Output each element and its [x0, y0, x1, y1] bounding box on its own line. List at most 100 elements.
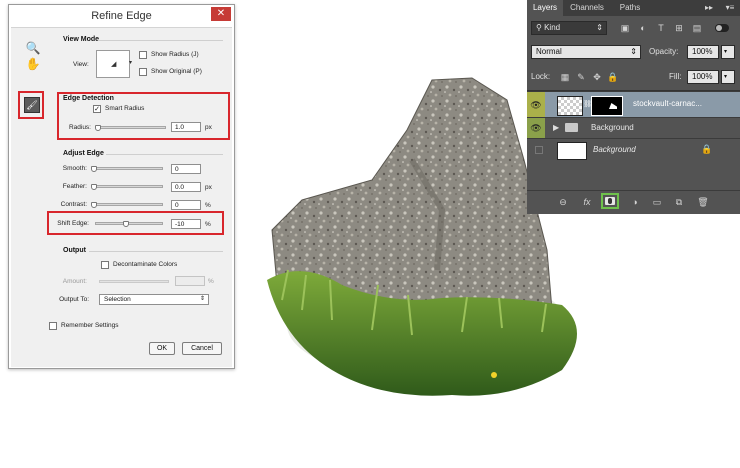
shift-edge-slider-thumb[interactable] — [122, 221, 129, 227]
layers-bottom-bar: ⊖ fx ◑ ▭ ⧉ 🗑 — [527, 190, 740, 214]
view-label: View: — [73, 61, 89, 68]
filter-smart-object-icon[interactable]: ▤ — [691, 22, 703, 34]
tab-layers[interactable]: Layers — [527, 0, 563, 16]
trash-icon[interactable]: 🗑 — [697, 196, 709, 208]
divider — [98, 40, 223, 41]
decontaminate-label: Decontaminate Colors — [113, 261, 178, 268]
shift-edge-label: Shift Edge: — [57, 220, 89, 227]
filter-toggle[interactable] — [715, 24, 729, 32]
tab-paths[interactable]: Paths — [613, 0, 647, 16]
feather-slider-thumb[interactable] — [91, 184, 97, 190]
layer-row-background-group[interactable]: 👁 ▶ Background — [527, 117, 740, 138]
divider — [106, 154, 223, 155]
layer-thumbnail[interactable] — [557, 96, 583, 116]
adjust-edge-title: Adjust Edge — [63, 150, 104, 157]
expand-arrow-icon[interactable]: ▶ — [553, 118, 559, 138]
output-to-select[interactable]: Selection ⇕ — [99, 294, 209, 305]
layers-list: 👁 ⛓ stockvault-carnac... 👁 ▶ Background … — [527, 90, 740, 191]
collapse-panel-icon[interactable]: ▸▸ — [699, 0, 719, 16]
lock-position-icon[interactable]: ✥ — [591, 71, 603, 83]
divider — [89, 251, 223, 252]
amount-field — [175, 276, 205, 286]
fill-dropdown-icon[interactable]: ▾ — [721, 70, 735, 84]
lock-transparent-icon[interactable]: ▦ — [559, 71, 571, 83]
cancel-button[interactable]: Cancel — [182, 342, 222, 355]
feather-label: Feather: — [62, 183, 87, 190]
radius-slider-track[interactable] — [96, 126, 166, 129]
smart-radius-checkbox[interactable]: ✓ — [93, 105, 101, 113]
layer-mask-thumbnail[interactable] — [591, 96, 623, 116]
layer-name[interactable]: Background — [591, 123, 634, 132]
fx-icon[interactable]: fx — [581, 196, 593, 208]
filter-shape-icon[interactable]: ⊞ — [673, 22, 685, 34]
close-button[interactable]: ✕ — [211, 7, 231, 21]
contrast-label: Contrast: — [60, 201, 87, 208]
smooth-slider-thumb[interactable] — [91, 166, 97, 172]
view-dropdown-icon[interactable]: ▾ — [129, 50, 135, 76]
amount-slider-track — [99, 280, 169, 283]
visibility-eye-icon[interactable]: 👁 — [527, 92, 545, 118]
filter-kind-select[interactable]: ⚲ Kind ⇕ — [531, 21, 607, 35]
smooth-slider-track[interactable] — [93, 167, 163, 170]
add-mask-highlight — [601, 193, 619, 209]
opacity-field[interactable]: 100% — [687, 45, 719, 59]
blend-mode-select[interactable]: Normal ⇕ — [531, 45, 641, 59]
fill-field[interactable]: 100% — [687, 70, 719, 84]
contrast-slider-track[interactable] — [93, 203, 163, 206]
layer-row-stockvault[interactable]: 👁 ⛓ stockvault-carnac... — [527, 91, 740, 118]
view-mode-preview-icon: ◢ — [111, 61, 117, 68]
feather-slider-track[interactable] — [93, 185, 163, 188]
layer-row-background[interactable]: Background 🔒 — [527, 138, 740, 162]
link-chain-icon[interactable]: ⛓ — [583, 100, 592, 110]
view-mode-thumbnail[interactable]: ◢ — [96, 50, 130, 78]
radius-label: Radius: — [68, 124, 91, 131]
opacity-dropdown-icon[interactable]: ▾ — [721, 45, 735, 59]
shift-edge-slider-track[interactable] — [95, 222, 163, 225]
feather-unit: px — [205, 184, 212, 191]
refine-radius-brush-icon[interactable]: 🖌 — [24, 97, 40, 113]
feather-field[interactable]: 0.0 — [171, 182, 201, 192]
adjustment-layer-icon[interactable]: ◑ — [629, 196, 641, 208]
hand-tool-icon[interactable]: ✋ — [25, 56, 41, 72]
layer-name[interactable]: Background — [593, 145, 636, 154]
new-layer-icon[interactable]: ⧉ — [673, 196, 685, 208]
contrast-field[interactable]: 0 — [171, 200, 201, 210]
new-group-icon[interactable]: ▭ — [651, 196, 663, 208]
link-layers-icon[interactable]: ⊖ — [557, 196, 569, 208]
tab-channels[interactable]: Channels — [565, 0, 609, 16]
remember-settings-checkbox[interactable] — [49, 322, 57, 330]
zoom-tool-icon[interactable]: 🔍 — [25, 40, 41, 56]
lock-pixels-icon[interactable]: ✎ — [575, 71, 587, 83]
radius-unit: px — [205, 124, 212, 131]
filter-adjustment-icon[interactable]: ◐ — [637, 22, 649, 34]
filter-type-icon[interactable]: T — [655, 22, 667, 34]
ok-button[interactable]: OK — [149, 342, 175, 355]
lock-all-icon[interactable]: 🔒 — [607, 71, 619, 83]
select-arrows-icon: ⇕ — [596, 23, 603, 32]
mask-hole — [608, 198, 612, 204]
lock-icon: 🔒 — [701, 144, 713, 154]
add-layer-mask-icon[interactable] — [605, 197, 615, 205]
output-title: Output — [63, 247, 86, 254]
show-original-checkbox[interactable] — [139, 68, 147, 76]
layer-thumbnail[interactable] — [557, 142, 587, 160]
opacity-label: Opacity: — [649, 47, 679, 56]
filter-kind-value: Kind — [544, 23, 561, 32]
show-radius-checkbox[interactable] — [139, 51, 147, 59]
smooth-field[interactable]: 0 — [171, 164, 201, 174]
layers-panel: Layers Channels Paths ▸▸ ▾≡ ⚲ Kind ⇕ ▣ ◐… — [527, 0, 740, 214]
decontaminate-checkbox[interactable] — [101, 261, 109, 269]
visibility-box[interactable] — [535, 146, 543, 154]
visibility-eye-icon[interactable]: 👁 — [527, 118, 545, 138]
amount-unit: % — [208, 278, 214, 285]
show-radius-label: Show Radius (J) — [151, 51, 199, 58]
panel-menu-icon[interactable]: ▾≡ — [721, 0, 739, 16]
filter-pixel-icon[interactable]: ▣ — [619, 22, 631, 34]
toggle-knob — [716, 25, 722, 31]
smooth-label: Smooth: — [62, 165, 87, 172]
shift-edge-field[interactable]: -10 — [171, 219, 201, 229]
select-arrows-icon: ⇕ — [630, 47, 637, 56]
contrast-slider-thumb[interactable] — [91, 202, 97, 208]
layer-name[interactable]: stockvault-carnac... — [633, 99, 702, 108]
radius-field[interactable]: 1.0 — [171, 122, 201, 132]
